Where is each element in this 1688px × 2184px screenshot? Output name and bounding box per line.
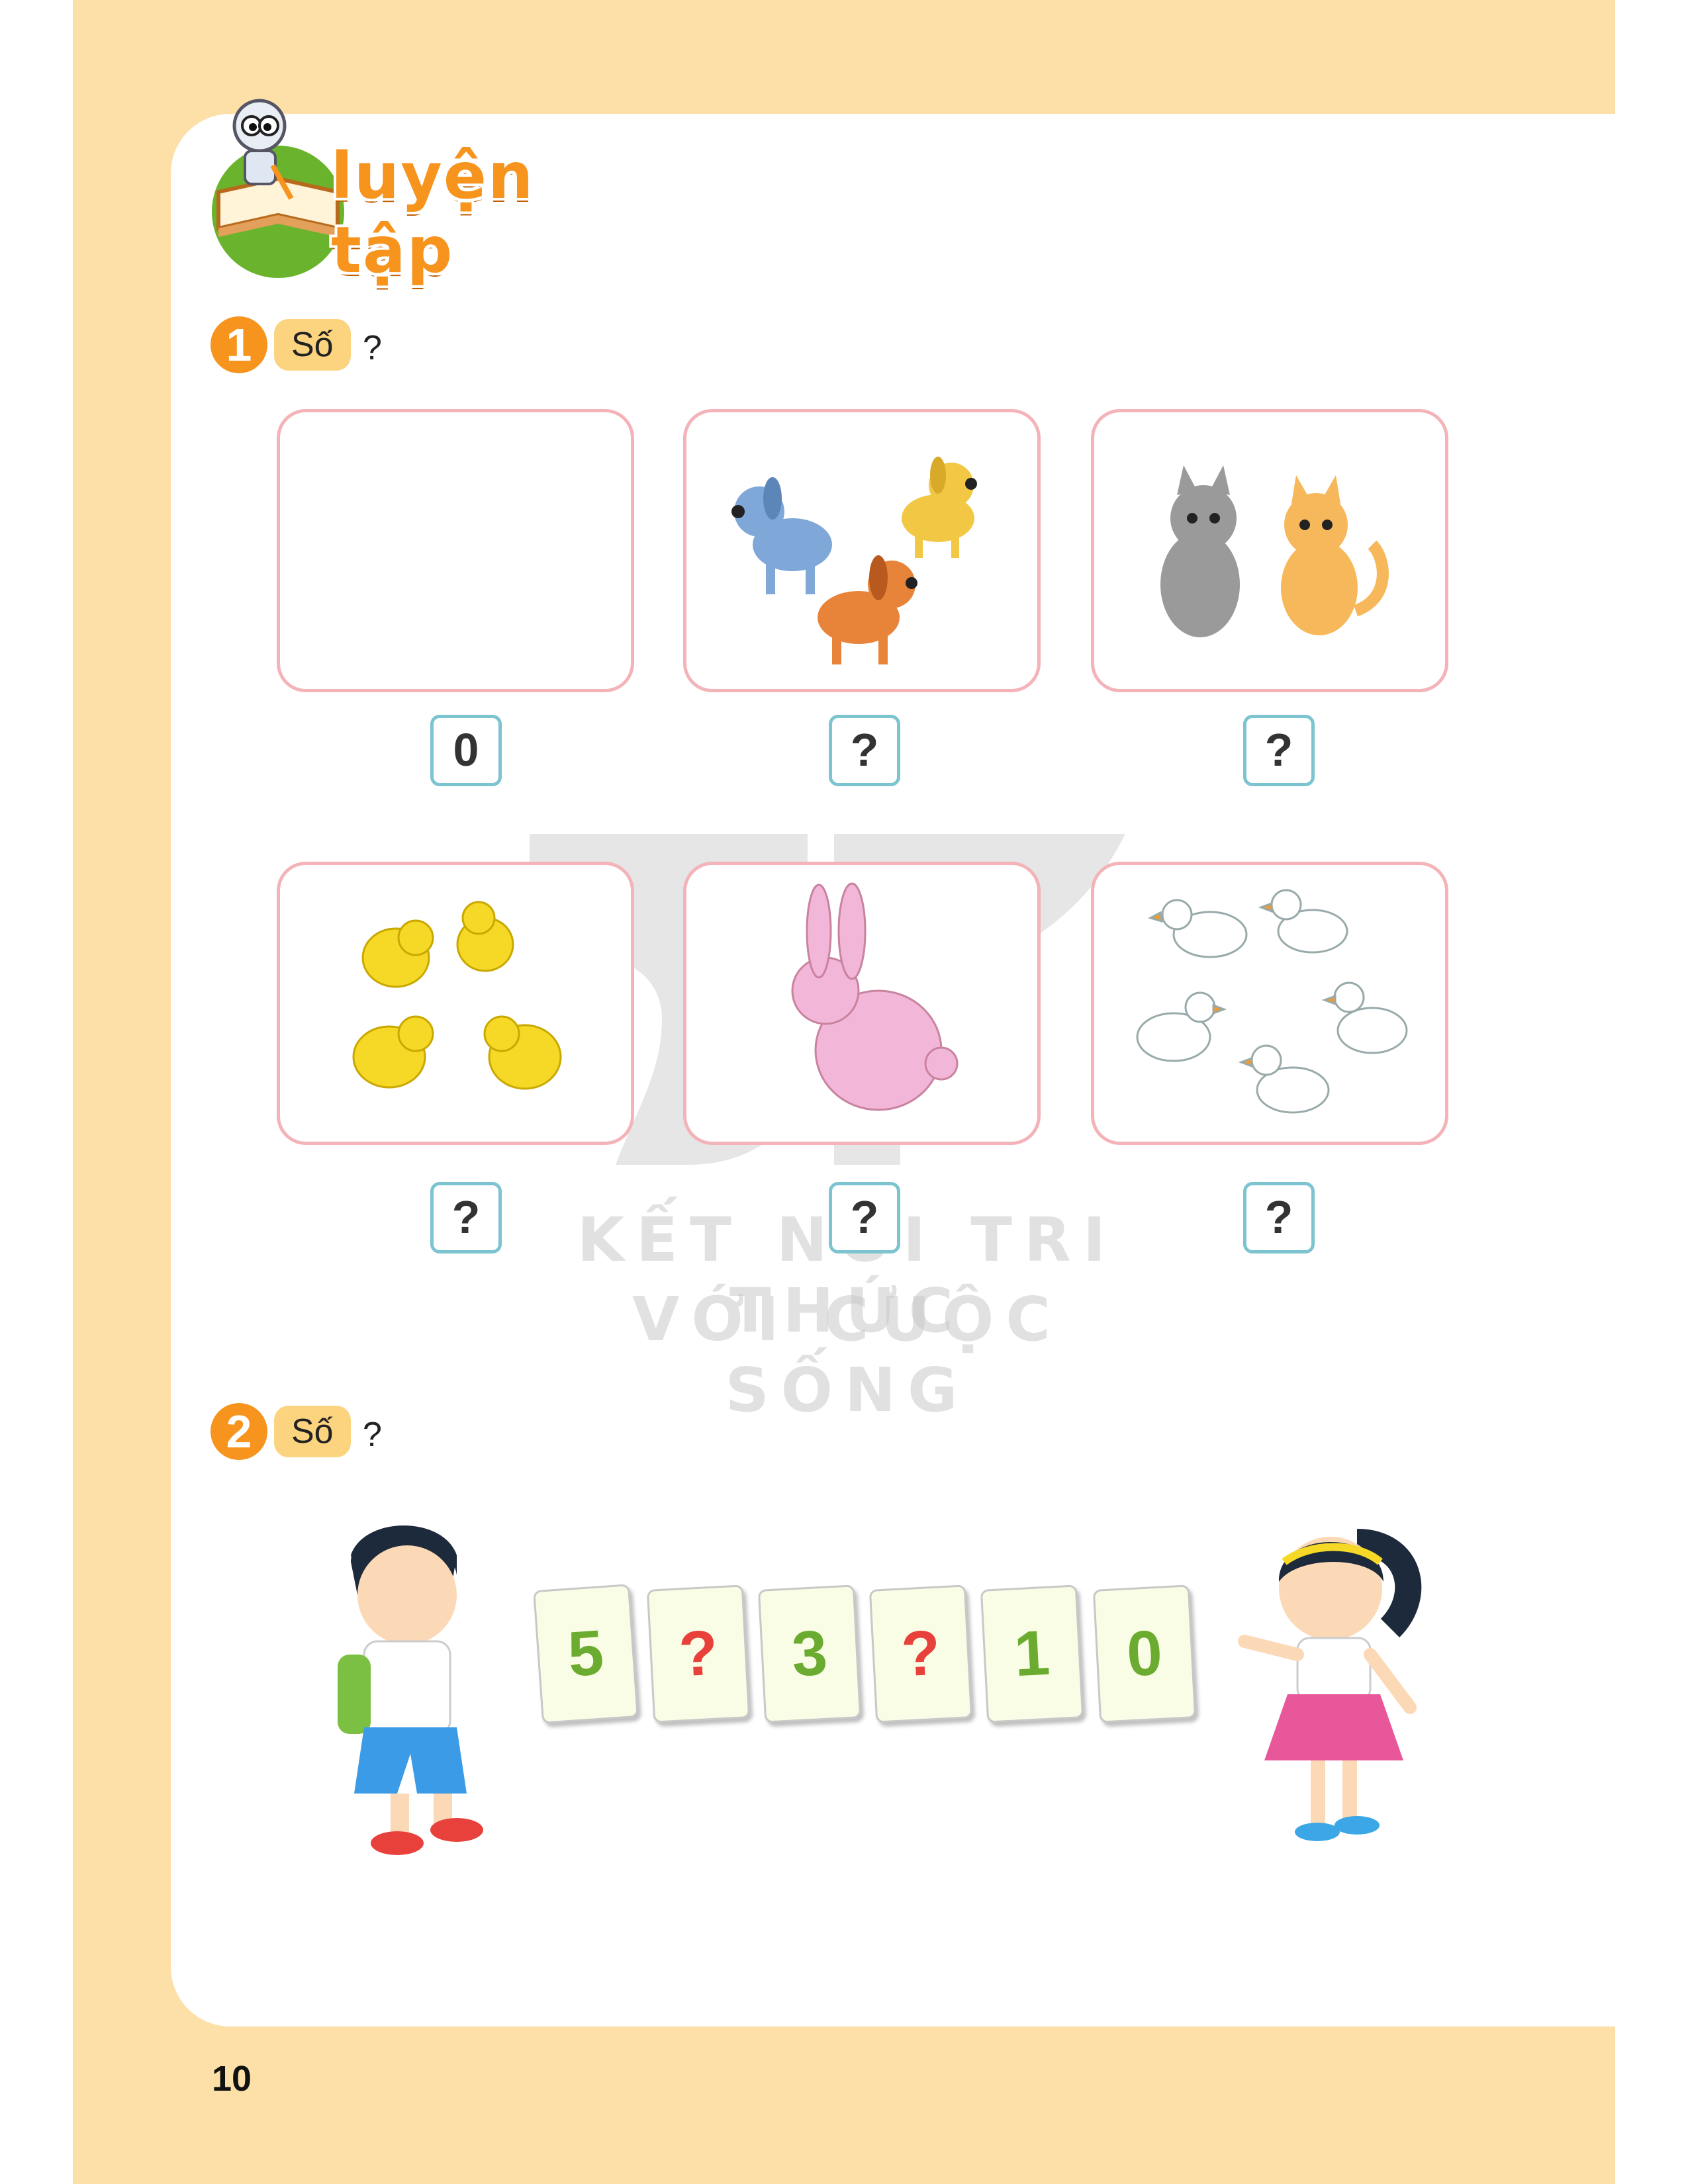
duck-icon — [1238, 1044, 1330, 1114]
picture-box-dogs — [683, 409, 1041, 692]
exercise-2-chip: Số — [274, 1406, 351, 1457]
rabbit-icon — [791, 882, 959, 1111]
dog-icon — [902, 457, 977, 558]
exercise-2-number: 2 — [211, 1403, 267, 1460]
number-card: 0 — [1092, 1584, 1197, 1723]
cat-icon — [1281, 475, 1389, 635]
answer-box[interactable]: ? — [430, 1182, 502, 1253]
chick-icon — [456, 901, 514, 972]
number-card[interactable]: ? — [646, 1584, 751, 1723]
section-title: luyện tập — [331, 139, 535, 287]
dog-icon — [731, 477, 832, 594]
dog-icon — [818, 555, 917, 664]
exercise-2-question-mark: ? — [363, 1416, 382, 1454]
number-card[interactable]: ? — [868, 1584, 973, 1723]
exercise-1-number: 1 — [211, 316, 267, 373]
boy-illustration — [324, 1516, 543, 1860]
girl-illustration — [1225, 1516, 1443, 1860]
answer-box[interactable]: ? — [1243, 715, 1315, 786]
picture-box-chicks — [277, 862, 634, 1145]
answer-box[interactable]: ? — [829, 715, 900, 786]
robot-book-icon — [212, 99, 344, 278]
number-card: 1 — [980, 1584, 1084, 1723]
chick-icon — [352, 1015, 434, 1089]
picture-box-empty — [277, 409, 634, 692]
picture-box-rabbit — [683, 862, 1041, 1145]
page-number: 10 — [212, 2059, 252, 2099]
chick-icon — [483, 1015, 562, 1090]
picture-box-ducks — [1091, 862, 1448, 1145]
exercise-1-question-mark: ? — [363, 329, 382, 367]
duck-icon — [1321, 981, 1408, 1054]
duck-icon — [1136, 991, 1227, 1062]
chick-icon — [361, 919, 434, 988]
picture-box-cats — [1091, 409, 1448, 692]
section-header: luyện tập — [199, 93, 662, 287]
duck-icon — [1258, 889, 1348, 954]
number-card: 3 — [757, 1584, 862, 1723]
exercise-1-chip: Số — [274, 319, 351, 371]
cat-icon — [1160, 465, 1240, 637]
duck-icon — [1148, 899, 1248, 958]
answer-box[interactable]: ? — [829, 1182, 900, 1253]
number-card: 5 — [533, 1584, 639, 1724]
answer-box[interactable]: 0 — [430, 715, 502, 786]
answer-box[interactable]: ? — [1243, 1182, 1315, 1253]
